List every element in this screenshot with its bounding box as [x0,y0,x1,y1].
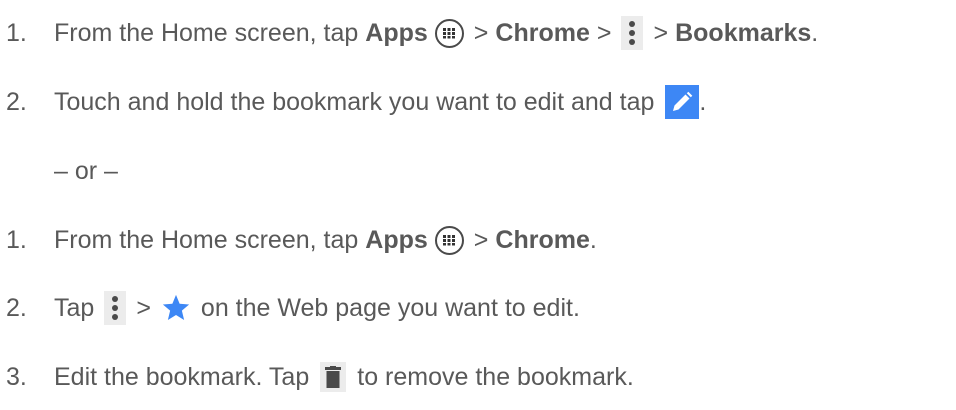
period: . [811,19,819,47]
pencil-icon [665,85,700,119]
separator: > [473,19,489,47]
separator: > [136,294,151,322]
step-text: From the Home screen, tap [54,226,359,254]
step-text: Edit the bookmark. Tap [54,363,310,391]
chrome-label: Chrome [495,19,590,47]
apps-label: Apps [365,226,428,254]
step-number: 2. [6,294,27,322]
alt-step-3: 3. Edit the bookmark. Tap to remove the … [6,357,634,397]
more-vert-icon [621,16,644,50]
chrome-label: Chrome [495,226,590,254]
apps-label: Apps [365,19,428,47]
alt-step-2: 2. Tap > on the Web page you want to edi… [6,288,580,328]
apps-grid-icon [434,18,464,48]
step-number: 2. [6,88,27,116]
apps-grid-icon [434,225,464,255]
step-number: 1. [6,226,27,254]
period: . [589,226,597,254]
instructions-document: 1. From the Home screen, tap Apps > Chro… [0,0,956,410]
step-number: 1. [6,19,27,47]
separator: > [596,19,612,47]
step-text: to remove the bookmark. [357,363,634,391]
separator: > [653,19,669,47]
step-text: Tap [54,294,95,322]
or-separator: – or – [54,157,118,185]
step-text: Touch and hold the bookmark you want to … [54,88,655,116]
period: . [699,88,707,116]
step-text: From the Home screen, tap [54,19,359,47]
step-text: on the Web page you want to edit. [200,294,580,322]
alt-step-1: 1. From the Home screen, tap Apps > Chro… [6,220,597,260]
more-vert-icon [104,291,127,325]
trash-icon [320,362,347,392]
step-number: 3. [6,363,27,391]
step-1: 1. From the Home screen, tap Apps > Chro… [6,13,818,53]
bookmarks-label: Bookmarks [675,19,812,47]
step-2: 2. Touch and hold the bookmark you want … [6,82,706,122]
star-icon [161,293,191,323]
separator: > [473,226,489,254]
